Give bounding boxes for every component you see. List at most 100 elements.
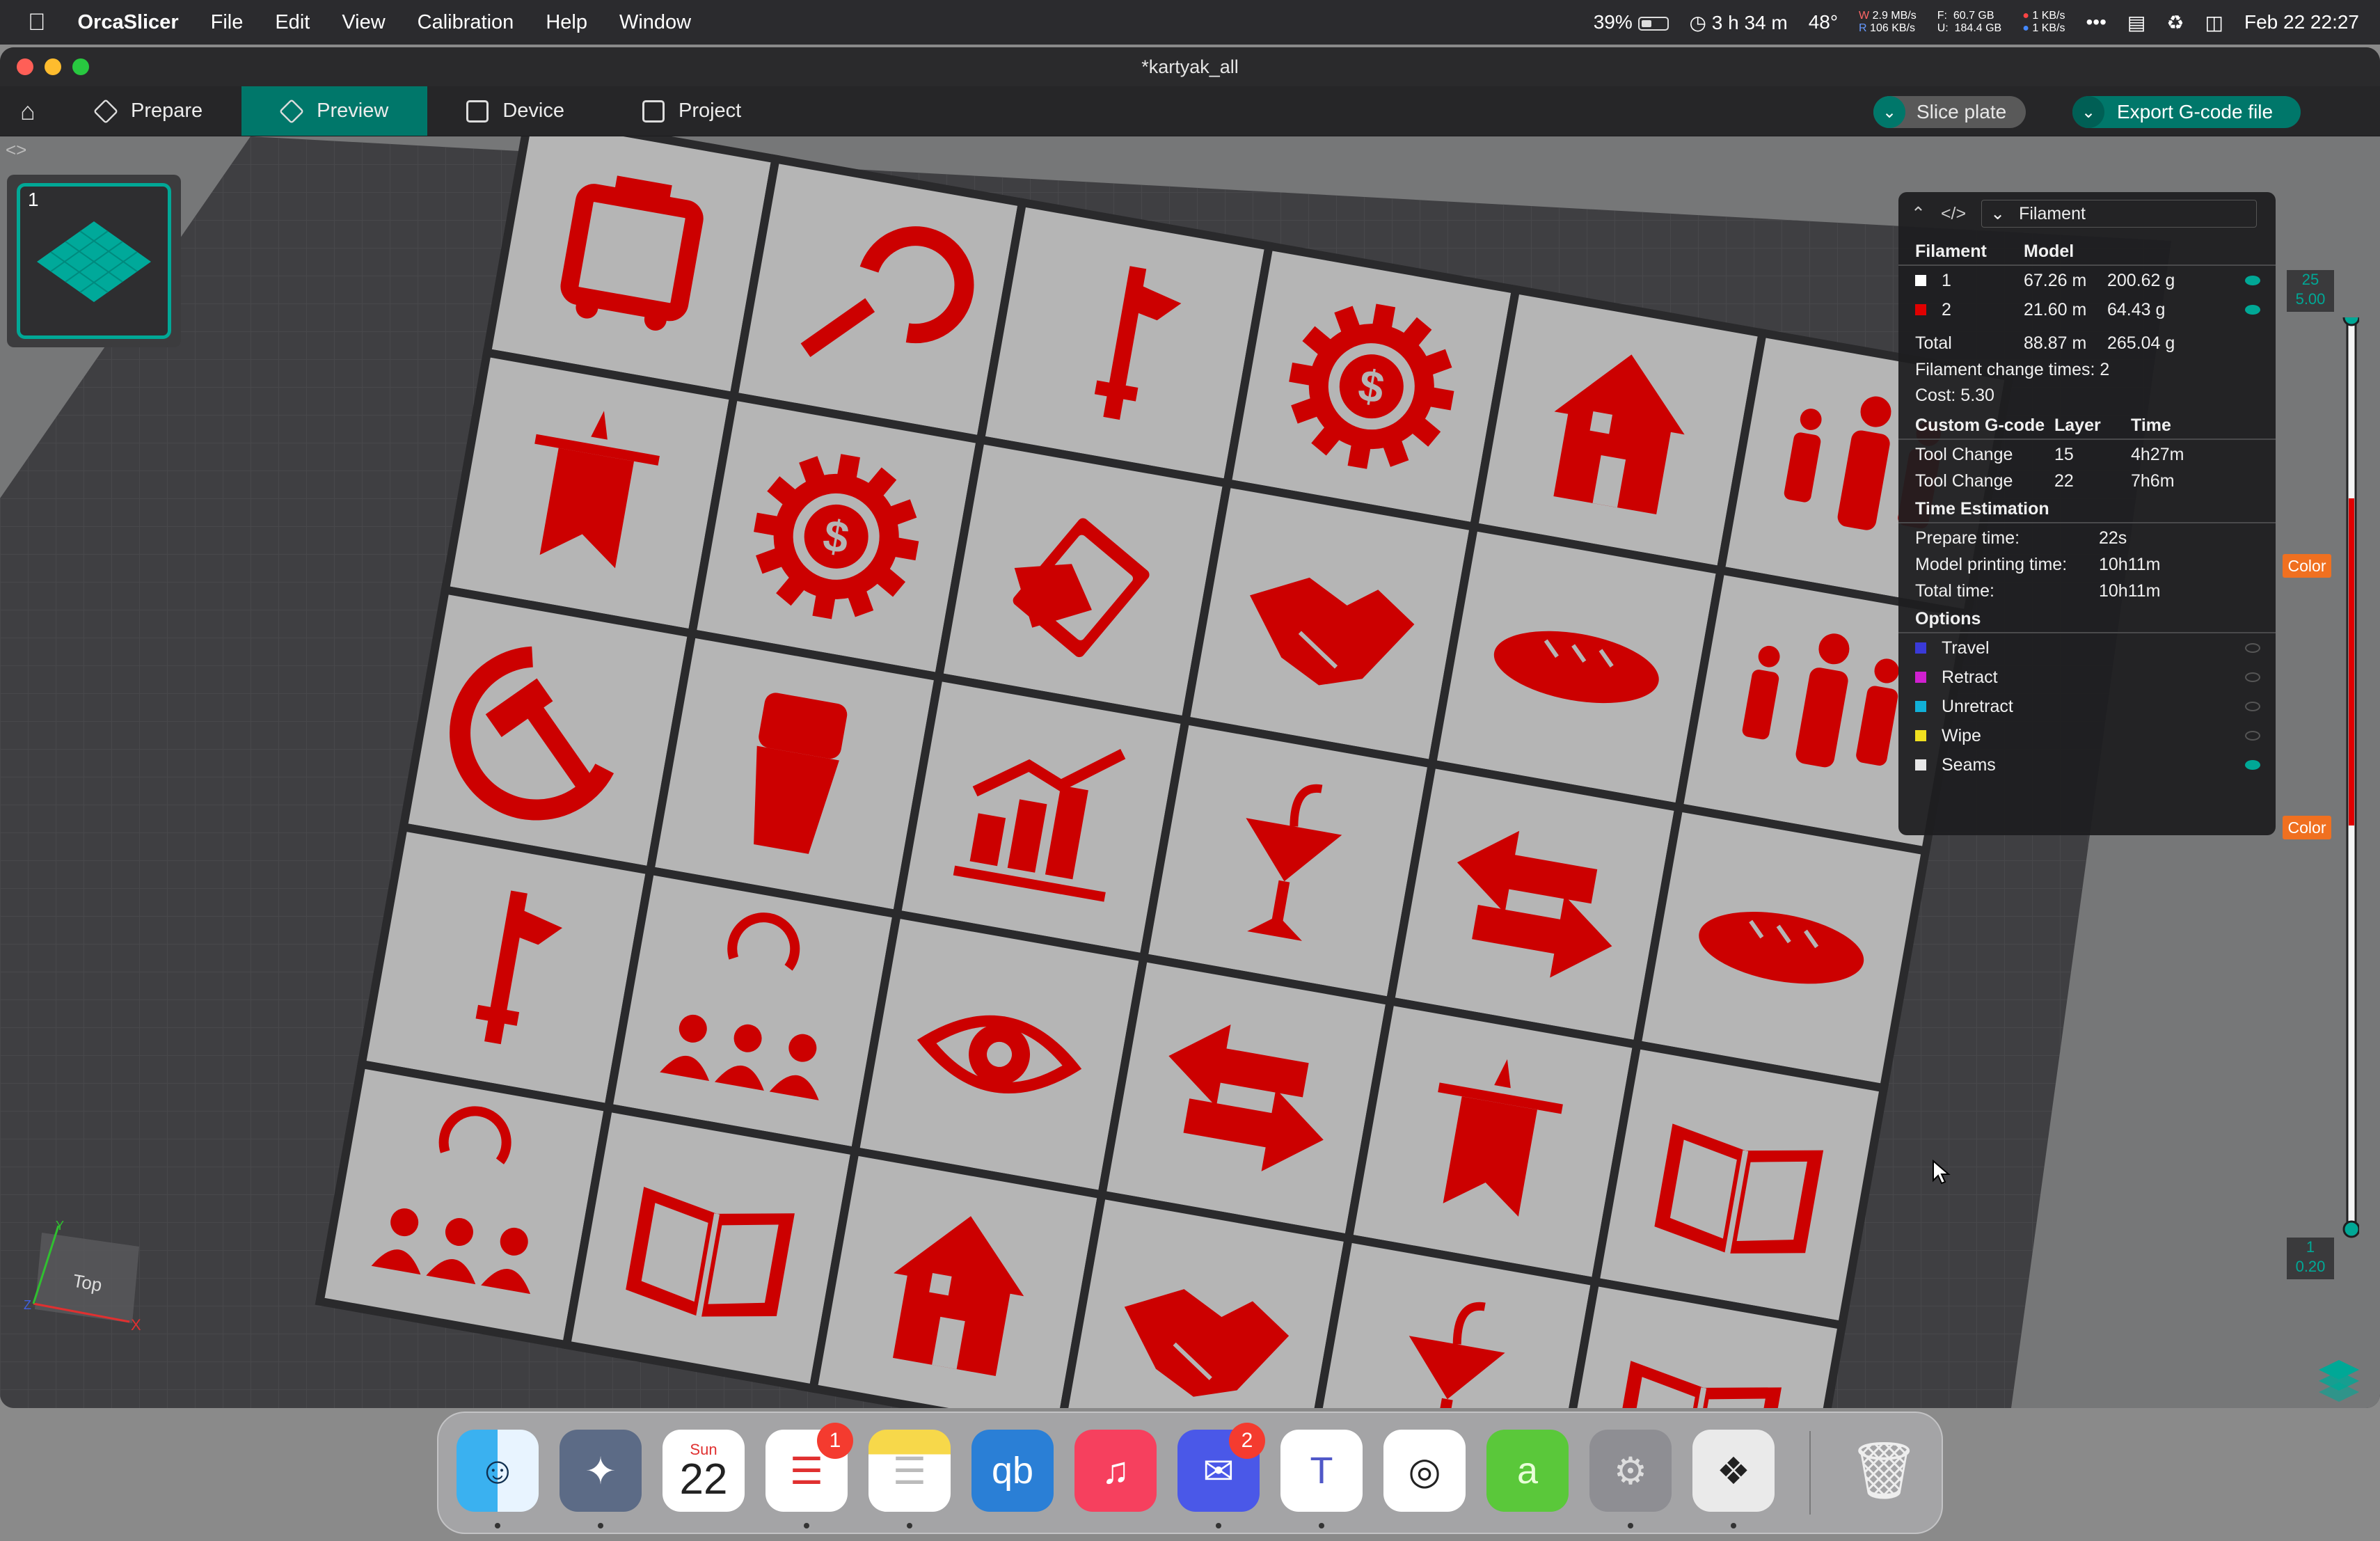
x-axis-label: X	[131, 1316, 141, 1334]
finder-icon[interactable]: ☺	[457, 1430, 539, 1512]
gcode-layer: 22	[2054, 471, 2074, 491]
custom-gcode-header: Custom G-code	[1915, 415, 2045, 435]
running-indicator	[804, 1523, 809, 1528]
code-icon[interactable]: </>	[1941, 204, 1966, 224]
wifi-icon[interactable]: ♻	[2166, 11, 2184, 34]
printed-card	[1385, 759, 1684, 1050]
cost: Cost: 5.30	[1915, 385, 1994, 405]
plate-selected-frame	[17, 183, 171, 339]
color-change-tag[interactable]: Color	[2283, 554, 2331, 578]
menu-window[interactable]: Window	[619, 11, 691, 34]
collapse-sidebar-icon[interactable]: <>	[6, 139, 26, 161]
color-change-tag[interactable]: Color	[2283, 816, 2331, 839]
orcaslicer-dock-icon[interactable]: ❖	[1692, 1430, 1775, 1512]
device-icon	[466, 100, 489, 123]
slice-plate-button[interactable]: ⌄ Slice plate	[1873, 96, 2026, 128]
filament-total-row: Total 88.87 m 265.04 g	[1915, 333, 2175, 354]
retract-visibility-icon[interactable]	[2245, 672, 2260, 682]
option-unretract[interactable]: Unretract	[1915, 696, 2013, 717]
printed-card	[603, 865, 902, 1156]
prepare-time-row: Prepare time: 22s	[1915, 528, 2127, 548]
menu-file[interactable]: File	[211, 11, 244, 34]
layer-slider[interactable]: 25 5.00 Color Color 1 0.20	[2283, 270, 2359, 1327]
creativity-app-icon[interactable]: ✦	[560, 1430, 642, 1512]
disk-space[interactable]: F: 60.7 GB U: 184.4 GB	[1937, 10, 2002, 35]
menu-view[interactable]: View	[342, 11, 385, 34]
reminders-icon[interactable]: ☰ 1	[765, 1423, 853, 1512]
export-gcode-button[interactable]: ⌄ Export G-code file	[2072, 96, 2301, 128]
option-wipe[interactable]: Wipe	[1915, 725, 1981, 746]
unretract-visibility-icon[interactable]	[2245, 702, 2260, 711]
export-gcode-label: Export G-code file	[2117, 101, 2274, 123]
browser-icon[interactable]: ◎	[1383, 1430, 1466, 1512]
3d-viewport[interactable]: $ $ <> 1 ⌃ </> ⌄ Filament Filament Model…	[0, 136, 2380, 1408]
option-travel[interactable]: Travel	[1915, 638, 1990, 658]
bottom-thumb[interactable]	[2342, 1220, 2359, 1238]
filament-2-id: 2	[1942, 299, 1951, 319]
close-window-button[interactable]	[17, 58, 33, 75]
menu-edit[interactable]: Edit	[275, 11, 310, 34]
running-indicator	[907, 1523, 912, 1528]
filament-1-id: 1	[1942, 270, 1951, 290]
teams-icon[interactable]: T	[1280, 1430, 1363, 1512]
notes-icon[interactable]: ☰	[868, 1430, 951, 1512]
qbittorrent-icon[interactable]: qb	[971, 1430, 1054, 1512]
collapse-icon[interactable]: ⌃	[1911, 203, 1926, 224]
menu-calibration[interactable]: Calibration	[418, 11, 514, 34]
chat-app-icon[interactable]: ✉ 2	[1177, 1423, 1265, 1512]
disk-io[interactable]: W 2.9 MB/s R 106 KB/s	[1859, 10, 1917, 35]
network-speed[interactable]: ● 1 KB/s ● 1 KB/s	[2022, 10, 2065, 35]
menu-bar:  OrcaSlicer File Edit View Calibration …	[0, 0, 2380, 45]
apple-menu-icon[interactable]: 	[28, 9, 46, 36]
view-type-select[interactable]: ⌄ Filament	[1981, 200, 2258, 228]
prepare-time-label: Prepare time:	[1915, 528, 2020, 548]
tab-device[interactable]: Device	[427, 86, 603, 136]
zoom-window-button[interactable]	[72, 58, 89, 75]
travel-visibility-icon[interactable]	[2245, 643, 2260, 653]
battery-percent[interactable]: 39%	[1594, 11, 1669, 33]
control-center-icon[interactable]: ▤	[2127, 11, 2145, 34]
system-settings-icon[interactable]: ⚙	[1589, 1430, 1672, 1512]
time-col-header: Time	[2131, 415, 2171, 435]
option-retract[interactable]: Retract	[1915, 667, 1998, 688]
trash-icon[interactable]: 🗑	[1843, 1430, 1925, 1512]
tab-preview-label: Preview	[317, 100, 389, 122]
tab-preview[interactable]: Preview	[241, 86, 428, 136]
filament-row-2: 2 21.60 m 64.43 g	[1915, 299, 2165, 320]
tab-project[interactable]: Project	[603, 86, 780, 136]
filament-1-swatch	[1915, 275, 1926, 286]
layer-bottom-readout: 1 0.20	[2287, 1238, 2334, 1279]
music-icon[interactable]: ♫	[1074, 1430, 1157, 1512]
battery-toggle-icon[interactable]: ◫	[2205, 11, 2223, 34]
top-thumb[interactable]	[2342, 317, 2359, 326]
layers-stack-icon[interactable]	[2315, 1354, 2363, 1403]
option-seams[interactable]: Seams	[1915, 754, 1996, 775]
minimize-window-button[interactable]	[45, 58, 61, 75]
date-time[interactable]: Feb 22 22:27	[2244, 11, 2359, 33]
filament-1-visibility-icon[interactable]	[2245, 276, 2260, 285]
filament-row-1: 1 67.26 m 200.62 g	[1915, 270, 2175, 291]
tab-project-label: Project	[678, 100, 742, 122]
menu-help[interactable]: Help	[546, 11, 587, 34]
bottom-layer-number: 1	[2306, 1238, 2315, 1256]
tab-prepare[interactable]: Prepare	[56, 86, 241, 136]
seams-visibility-icon[interactable]	[2245, 760, 2260, 770]
filament-2-visibility-icon[interactable]	[2245, 305, 2260, 315]
temperature[interactable]: 48°	[1809, 11, 1838, 33]
chevron-down-icon[interactable]: ⌄	[1873, 96, 1905, 128]
chevron-down-icon[interactable]: ⌄	[2072, 96, 2104, 128]
menu-app-name[interactable]: OrcaSlicer	[78, 11, 179, 34]
wipe-visibility-icon[interactable]	[2245, 731, 2260, 741]
more-icon[interactable]: •••	[2086, 11, 2107, 33]
calendar-icon[interactable]: Sun 22	[663, 1430, 745, 1512]
launcher-app-icon[interactable]: a	[1486, 1430, 1569, 1512]
total-time-label: Total time:	[1915, 580, 1994, 601]
home-icon[interactable]: ⌂	[0, 86, 56, 136]
axis-orientation-gizmo[interactable]: Top X Y Z	[14, 1219, 167, 1358]
chat-badge: 2	[1229, 1423, 1265, 1459]
printed-card	[315, 1059, 614, 1350]
plate-number: 1	[28, 189, 39, 210]
plate-thumbnail[interactable]: 1	[7, 175, 181, 347]
battery-time[interactable]: ◷ 3 h 34 m	[1690, 11, 1788, 34]
qb-label: qb	[991, 1450, 1034, 1492]
